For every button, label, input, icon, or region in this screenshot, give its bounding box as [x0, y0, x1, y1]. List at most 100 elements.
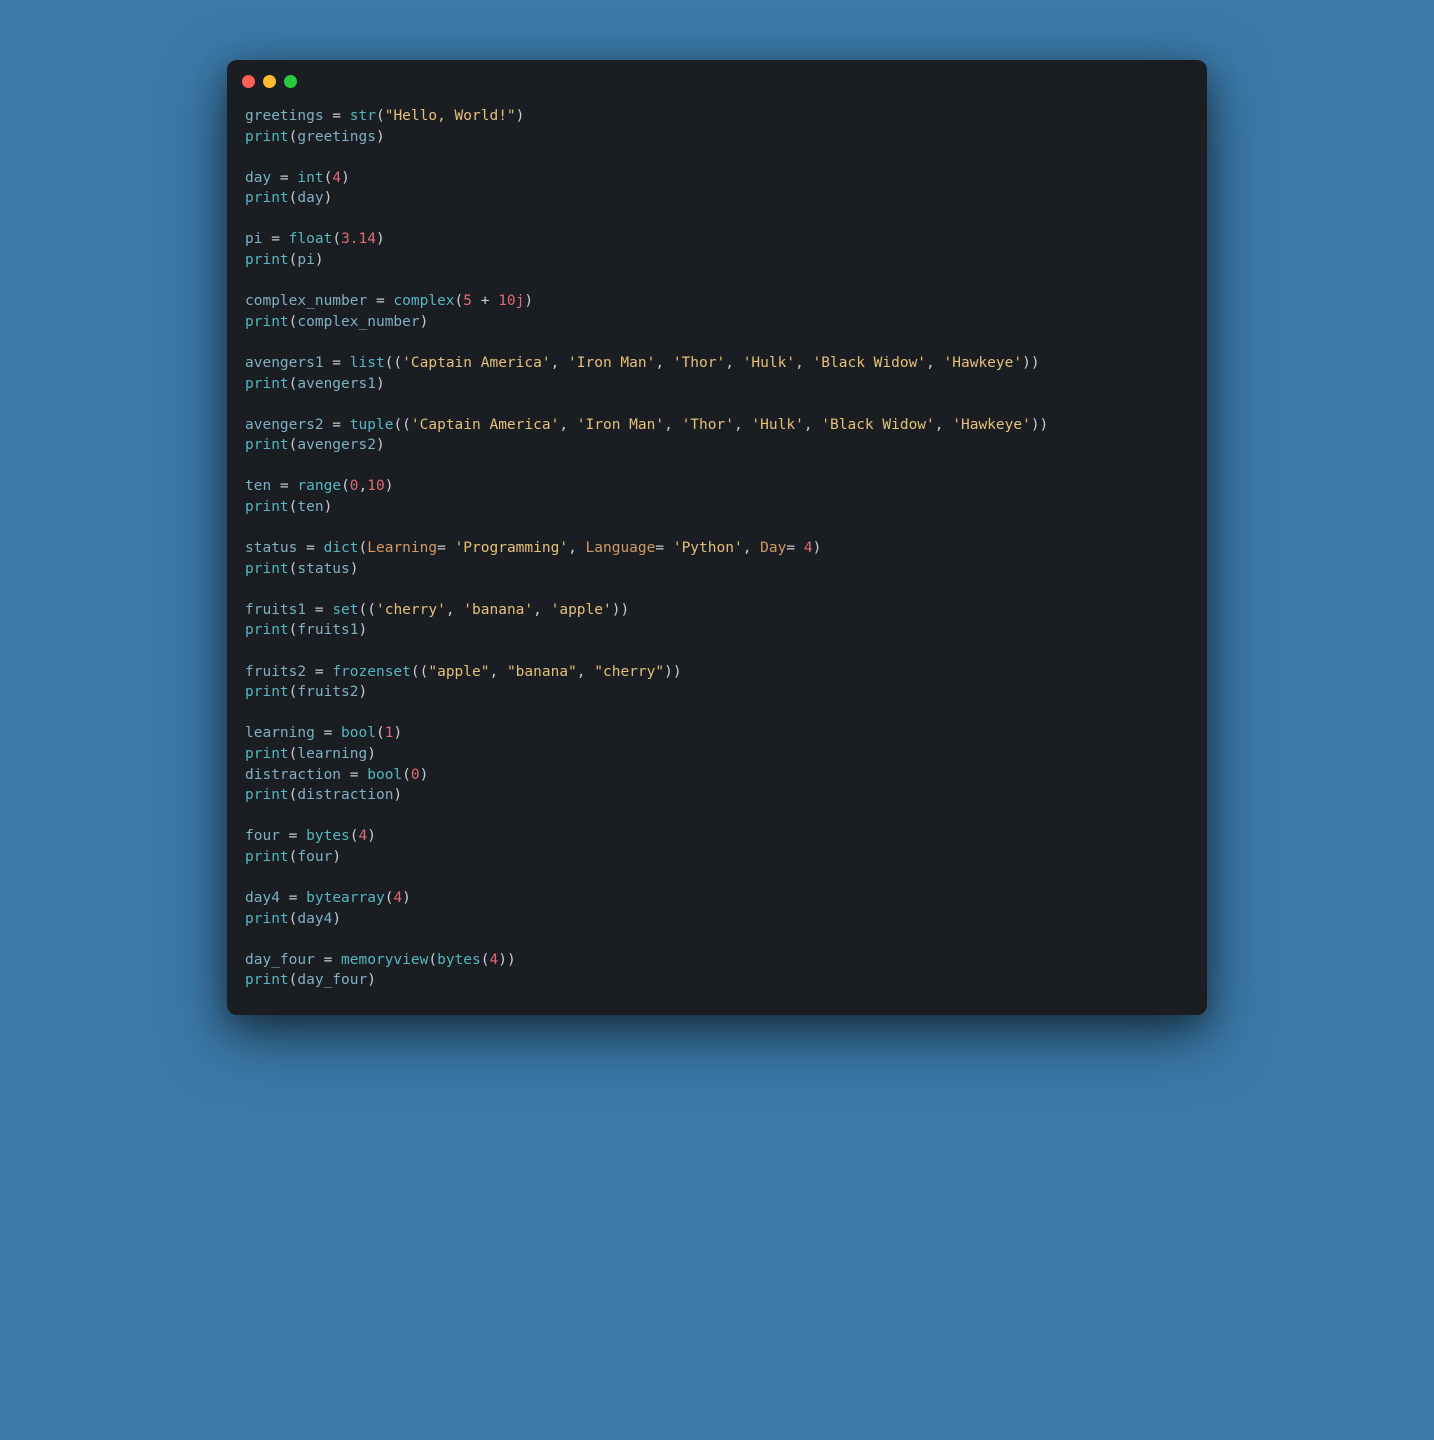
code-token: ) — [332, 849, 341, 865]
code-token: ) — [324, 499, 333, 515]
code-line: distraction = bool(0) — [245, 765, 1189, 786]
code-token: "cherry" — [594, 664, 664, 680]
code-token: 'apple' — [551, 602, 612, 618]
code-token: day — [245, 170, 271, 186]
code-token: bytearray — [306, 890, 385, 906]
code-token: , — [734, 417, 751, 433]
code-line: day = int(4) — [245, 168, 1189, 189]
code-token: = — [306, 602, 332, 618]
code-token: ) — [315, 252, 324, 268]
code-token: = — [280, 828, 306, 844]
maximize-icon[interactable] — [284, 75, 297, 88]
minimize-icon[interactable] — [263, 75, 276, 88]
code-line: status = dict(Learning= 'Programming', L… — [245, 538, 1189, 559]
code-line — [245, 394, 1189, 415]
code-token: distraction — [297, 787, 393, 803]
code-line — [245, 867, 1189, 888]
code-line: print(avengers1) — [245, 374, 1189, 395]
code-line: day4 = bytearray(4) — [245, 888, 1189, 909]
code-token: (( — [385, 355, 402, 371]
code-token: memoryview — [341, 952, 428, 968]
code-line: ten = range(0,10) — [245, 476, 1189, 497]
code-token: = — [655, 540, 672, 556]
code-token: frozenset — [332, 664, 411, 680]
code-token: 0 — [411, 767, 420, 783]
code-token: 'Hawkeye' — [952, 417, 1031, 433]
code-token: 10 — [367, 478, 384, 494]
code-token: print — [245, 849, 289, 865]
code-token: print — [245, 437, 289, 453]
code-token: print — [245, 129, 289, 145]
code-line: print(day4) — [245, 909, 1189, 930]
code-token: Day — [760, 540, 786, 556]
code-token: ) — [393, 787, 402, 803]
code-token: ( — [350, 828, 359, 844]
code-token: , — [664, 417, 681, 433]
code-token: list — [350, 355, 385, 371]
code-line: fruits2 = frozenset(("apple", "banana", … — [245, 662, 1189, 683]
code-token: , — [559, 417, 576, 433]
code-token: ) — [367, 828, 376, 844]
close-icon[interactable] — [242, 75, 255, 88]
code-line — [245, 332, 1189, 353]
code-token: ( — [341, 478, 350, 494]
code-token: 3.14 — [341, 231, 376, 247]
code-token: ) — [376, 231, 385, 247]
code-token: 'Black Widow' — [821, 417, 935, 433]
code-token: ) — [359, 684, 368, 700]
code-token: = — [297, 540, 323, 556]
code-token: ) — [402, 890, 411, 906]
code-token: avengers2 — [245, 417, 324, 433]
code-line — [245, 456, 1189, 477]
code-token: ten — [245, 478, 271, 494]
code-token: day — [297, 190, 323, 206]
code-token: print — [245, 746, 289, 762]
code-token: print — [245, 314, 289, 330]
code-line — [245, 579, 1189, 600]
code-line: fruits1 = set(('cherry', 'banana', 'appl… — [245, 600, 1189, 621]
code-content: greetings = str("Hello, World!")print(gr… — [227, 96, 1207, 1015]
code-token: 'cherry' — [376, 602, 446, 618]
code-token: distraction — [245, 767, 341, 783]
code-token: 'banana' — [463, 602, 533, 618]
code-token: status — [245, 540, 297, 556]
code-token: 'Captain America' — [411, 417, 559, 433]
code-token: (( — [359, 602, 376, 618]
code-line: print(day) — [245, 188, 1189, 209]
code-window: greetings = str("Hello, World!")print(gr… — [227, 60, 1207, 1015]
code-token: day4 — [245, 890, 280, 906]
code-token: ( — [402, 767, 411, 783]
code-line: print(ten) — [245, 497, 1189, 518]
code-token: str — [350, 108, 376, 124]
code-token: avengers1 — [245, 355, 324, 371]
code-token: day_four — [297, 972, 367, 988]
window-titlebar — [227, 60, 1207, 96]
code-token: ) — [341, 170, 350, 186]
code-token: ) — [393, 725, 402, 741]
code-token: , — [935, 417, 952, 433]
code-token: 'Iron Man' — [577, 417, 664, 433]
code-token: print — [245, 499, 289, 515]
code-token: fruits2 — [297, 684, 358, 700]
code-token: print — [245, 561, 289, 577]
code-token: ) — [367, 746, 376, 762]
code-token: ) — [420, 767, 429, 783]
code-line: complex_number = complex(5 + 10j) — [245, 291, 1189, 312]
code-token: 'Programming' — [455, 540, 569, 556]
code-token: float — [289, 231, 333, 247]
code-token: 'Thor' — [673, 355, 725, 371]
code-line: print(greetings) — [245, 127, 1189, 148]
code-line — [245, 518, 1189, 539]
code-token: ) — [376, 129, 385, 145]
code-token: , — [725, 355, 742, 371]
code-token: ( — [359, 540, 368, 556]
code-token: , — [926, 355, 943, 371]
code-token: learning — [297, 746, 367, 762]
code-token: "Hello, World!" — [385, 108, 516, 124]
code-token: )) — [498, 952, 515, 968]
code-line: print(learning) — [245, 744, 1189, 765]
code-token: int — [297, 170, 323, 186]
code-token: ) — [359, 622, 368, 638]
code-token: "banana" — [507, 664, 577, 680]
code-token: four — [245, 828, 280, 844]
